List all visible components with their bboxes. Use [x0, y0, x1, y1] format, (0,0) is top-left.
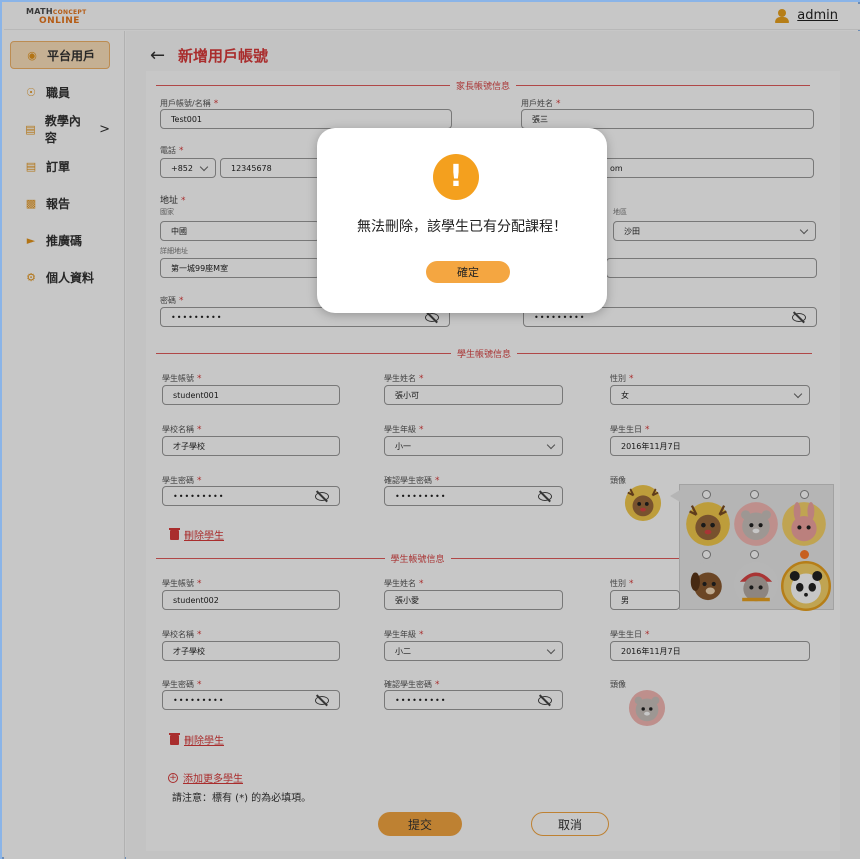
warning-icon: ! — [433, 154, 479, 200]
app-window: MATHCONCEPT ONLINE admin ◉ 平台用戶 ☉ 職員 ▤ 教… — [0, 0, 860, 859]
dialog-message: 無法刪除，該學生已有分配課程！ — [357, 219, 567, 235]
confirm-button[interactable]: 確定 — [426, 261, 510, 283]
error-dialog: ! 無法刪除，該學生已有分配課程！ 確定 — [317, 128, 607, 313]
